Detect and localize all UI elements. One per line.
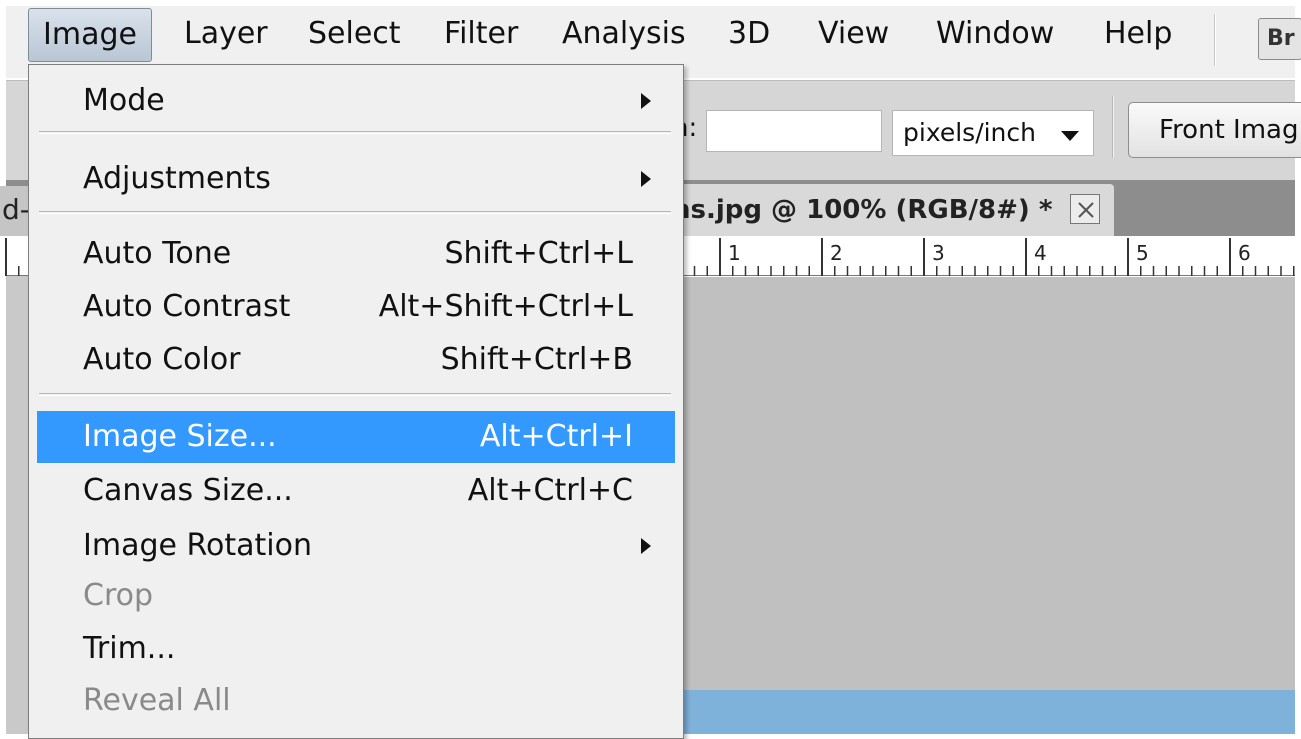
menu-item-shortcut: Shift+Ctrl+L: [444, 236, 633, 271]
menu-item-label: Adjustments: [83, 161, 271, 196]
ruler-number: 6: [1238, 241, 1251, 265]
menu-item-auto-tone[interactable]: Auto Tone Shift+Ctrl+L: [37, 228, 675, 280]
menu-item-label: Image Size...: [83, 419, 277, 454]
menu-item-shortcut: Alt+Shift+Ctrl+L: [378, 289, 633, 324]
menu-filter[interactable]: Filter: [444, 8, 518, 60]
image-menu-dropdown: Mode Adjustments Auto Tone Shift+Ctrl+L …: [28, 64, 684, 739]
menu-analysis[interactable]: Analysis: [562, 8, 686, 60]
menu-item-label: Canvas Size...: [83, 473, 293, 508]
menu-item-label: Mode: [83, 83, 165, 118]
menu-item-label: Auto Tone: [83, 236, 232, 271]
menu-help[interactable]: Help: [1104, 8, 1172, 60]
menu-image[interactable]: Image: [28, 8, 152, 62]
ruler-number: 5: [1136, 241, 1149, 265]
options-divider: [1112, 96, 1114, 158]
menubar-divider: [1214, 14, 1216, 66]
canvas-workspace: [684, 277, 1295, 734]
menu-item-canvas-size[interactable]: Canvas Size... Alt+Ctrl+C: [37, 465, 675, 517]
menu-item-reveal-all: Reveal All: [37, 675, 675, 727]
image-content: [684, 690, 1295, 734]
menu-item-label: Reveal All: [83, 683, 231, 718]
menu-item-auto-contrast[interactable]: Auto Contrast Alt+Shift+Ctrl+L: [37, 281, 675, 333]
unit-select-value: pixels/inch: [903, 118, 1036, 147]
menu-layer[interactable]: Layer: [184, 8, 268, 60]
submenu-arrow-icon: [641, 538, 651, 554]
menu-item-label: Trim...: [83, 631, 176, 666]
caret-down-icon: [1061, 131, 1079, 141]
menu-item-image-size[interactable]: Image Size... Alt+Ctrl+I: [37, 411, 675, 463]
menu-item-shortcut: Shift+Ctrl+B: [440, 342, 633, 377]
resolution-input[interactable]: [706, 110, 882, 152]
ruler-number: 4: [1034, 241, 1047, 265]
menu-item-label: Auto Contrast: [83, 289, 291, 324]
menu-separator: [39, 131, 671, 134]
ruler-number: 2: [830, 241, 843, 265]
unit-select[interactable]: pixels/inch: [892, 110, 1094, 156]
close-icon[interactable]: [1070, 194, 1100, 224]
menu-item-auto-color[interactable]: Auto Color Shift+Ctrl+B: [37, 334, 675, 386]
close-x-icon: [1078, 202, 1094, 218]
document-tab-inactive[interactable]: d-: [0, 186, 28, 236]
front-image-button[interactable]: Front Imag: [1128, 102, 1301, 158]
menu-window[interactable]: Window: [936, 8, 1054, 60]
ruler-number: 1: [728, 241, 741, 265]
bridge-button[interactable]: Br: [1258, 18, 1301, 60]
document-tab-title: ns.jpg @ 100% (RGB/8#) *: [672, 195, 1053, 225]
menu-item-trim[interactable]: Trim...: [37, 623, 675, 675]
menu-item-adjustments[interactable]: Adjustments: [37, 153, 675, 205]
menu-separator: [39, 211, 671, 214]
menu-item-label: Crop: [83, 578, 154, 613]
menu-3d[interactable]: 3D: [728, 8, 770, 60]
menu-separator: [39, 393, 671, 396]
menu-item-image-rotation[interactable]: Image Rotation: [37, 520, 675, 572]
menu-item-mode[interactable]: Mode: [37, 75, 675, 127]
menu-item-label: Image Rotation: [83, 528, 312, 563]
menu-select[interactable]: Select: [308, 8, 401, 60]
menu-view[interactable]: View: [818, 8, 889, 60]
submenu-arrow-icon: [641, 93, 651, 109]
submenu-arrow-icon: [641, 171, 651, 187]
menu-item-label: Auto Color: [83, 342, 241, 377]
menu-item-crop: Crop: [37, 570, 675, 622]
ruler-number: 3: [932, 241, 945, 265]
menu-item-shortcut: Alt+Ctrl+C: [467, 473, 633, 508]
menu-item-shortcut: Alt+Ctrl+I: [479, 419, 633, 454]
